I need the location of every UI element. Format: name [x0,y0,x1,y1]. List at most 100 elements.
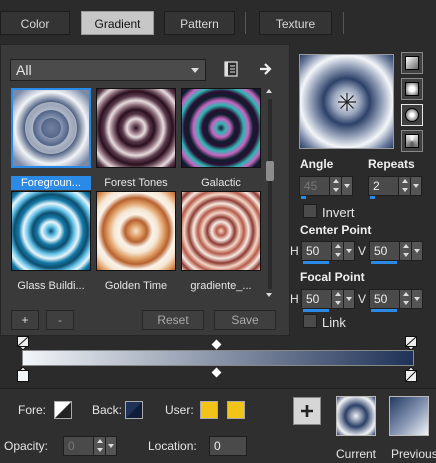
gradient-name: gradiente_... [190,280,252,292]
link-checkbox[interactable] [303,314,317,328]
sunburst-style-button[interactable] [401,130,423,152]
scroll-up-icon[interactable] [266,89,272,93]
tab-gradient[interactable]: Gradient [81,11,154,35]
focal-h-spinner[interactable]: 50 [301,289,355,312]
opacity-dropdown[interactable] [105,437,116,455]
focal-v-spinner[interactable]: 50 [369,289,423,312]
scroll-track [268,99,272,289]
chevron-down-icon [414,249,420,253]
center-v-stepper[interactable] [399,242,411,260]
focal-v-stepper[interactable] [399,290,411,308]
link-label: Link [322,315,346,330]
focal-v-dropdown[interactable] [411,290,422,308]
save-button[interactable]: Save [214,310,276,330]
angle-stepper[interactable] [329,177,341,195]
chevron-down-icon [402,188,408,192]
gradient-thumb[interactable]: Golden Time [96,191,176,292]
center-h-stepper[interactable] [331,242,343,260]
current-gradient-swatch[interactable] [336,396,376,436]
foreground-swatch[interactable] [54,401,72,419]
browse-button[interactable] [220,58,242,80]
previous-gradient-swatch[interactable] [389,396,429,436]
color-stop-start[interactable] [17,366,29,386]
tab-divider [343,12,344,34]
thumbnail-scrollbar[interactable] [264,89,276,299]
chevron-up-icon [97,439,103,443]
repeats-slider-fill [370,196,375,199]
tab-texture[interactable]: Texture [259,11,332,35]
category-value: All [16,62,32,78]
invert-checkbox[interactable] [303,204,317,218]
chevron-down-icon [403,253,409,257]
center-h-spinner[interactable]: 50 [301,241,355,264]
repeats-stepper[interactable] [398,177,410,195]
category-dropdown[interactable]: All [10,59,206,81]
gradient-thumb[interactable]: Forest Tones [96,88,176,189]
gradient-name: Foregroun... [11,176,91,190]
chevron-down-icon [108,444,114,448]
linear-style-button[interactable] [401,52,423,74]
center-v-spinner[interactable]: 50 [369,241,423,264]
chevron-down-icon [335,253,341,257]
center-point-label: Center Point [300,223,372,237]
reset-button[interactable]: Reset [142,310,204,330]
location-input[interactable]: 0 [209,436,247,456]
center-h-dropdown[interactable] [343,242,354,260]
user-color-swatch[interactable] [200,401,218,419]
center-crosshair-icon[interactable] [336,91,358,116]
chevron-down-icon [403,301,409,305]
scroll-thumb[interactable] [266,161,274,181]
linear-gradient-icon [405,56,419,70]
focal-h-label: H [290,292,299,306]
repeats-spinner[interactable]: 2 [368,176,422,199]
opacity-spinner[interactable]: 0 [63,436,117,456]
focal-h-stepper[interactable] [331,290,343,308]
angle-dropdown[interactable] [341,177,352,195]
focal-h-slider-fill [303,309,329,312]
opacity-stepper[interactable] [93,437,105,455]
gradient-bar[interactable] [22,350,414,366]
background-swatch[interactable] [125,401,143,419]
gradient-thumb[interactable]: Galactic [181,88,261,189]
rectangular-style-button[interactable] [401,78,423,100]
tab-bar: Color Gradient Pattern Texture [0,0,436,44]
add-gradient-button[interactable]: + [11,310,39,330]
back-label: Back: [92,403,123,417]
more-options-button[interactable] [255,58,277,80]
scroll-down-icon[interactable] [266,293,272,297]
opacity-midpoint[interactable] [211,339,222,350]
add-stop-button[interactable] [293,397,321,425]
location-label: Location: [148,439,197,453]
focal-h-value: 50 [306,292,320,306]
chevron-down-icon [346,249,352,253]
remove-gradient-button[interactable]: - [46,310,74,330]
center-h-value: 50 [306,244,320,258]
repeats-dropdown[interactable] [410,177,421,195]
focal-point-label: Focal Point [300,270,365,284]
chevron-up-icon [403,244,409,248]
gradient-thumb[interactable]: Glass Buildi... [11,191,91,292]
gradient-thumb[interactable]: Foregroun... [11,88,91,190]
opacity-label: Opacity: [4,439,49,453]
center-v-label: V [358,244,367,258]
angle-spinner[interactable]: 45 [299,176,353,199]
gradient-preview[interactable] [299,54,394,149]
chevron-down-icon [335,301,341,305]
gradient-name: Forest Tones [104,177,168,189]
user-color-swatch[interactable] [227,401,245,419]
tab-pattern[interactable]: Pattern [164,11,235,35]
color-stop-end[interactable] [405,366,417,386]
gradient-thumb[interactable]: gradiente_... [181,191,261,292]
center-v-slider-fill [371,261,397,264]
chevron-down-icon [413,184,419,188]
radial-style-button[interactable] [401,104,423,126]
gradient-swatch [96,88,176,168]
plus-icon [301,405,313,417]
center-v-dropdown[interactable] [411,242,422,260]
tab-color[interactable]: Color [0,11,70,35]
focal-h-dropdown[interactable] [343,290,354,308]
chevron-down-icon [333,188,339,192]
color-midpoint[interactable] [211,367,222,378]
folder-icon [224,61,238,77]
invert-label: Invert [322,205,355,220]
